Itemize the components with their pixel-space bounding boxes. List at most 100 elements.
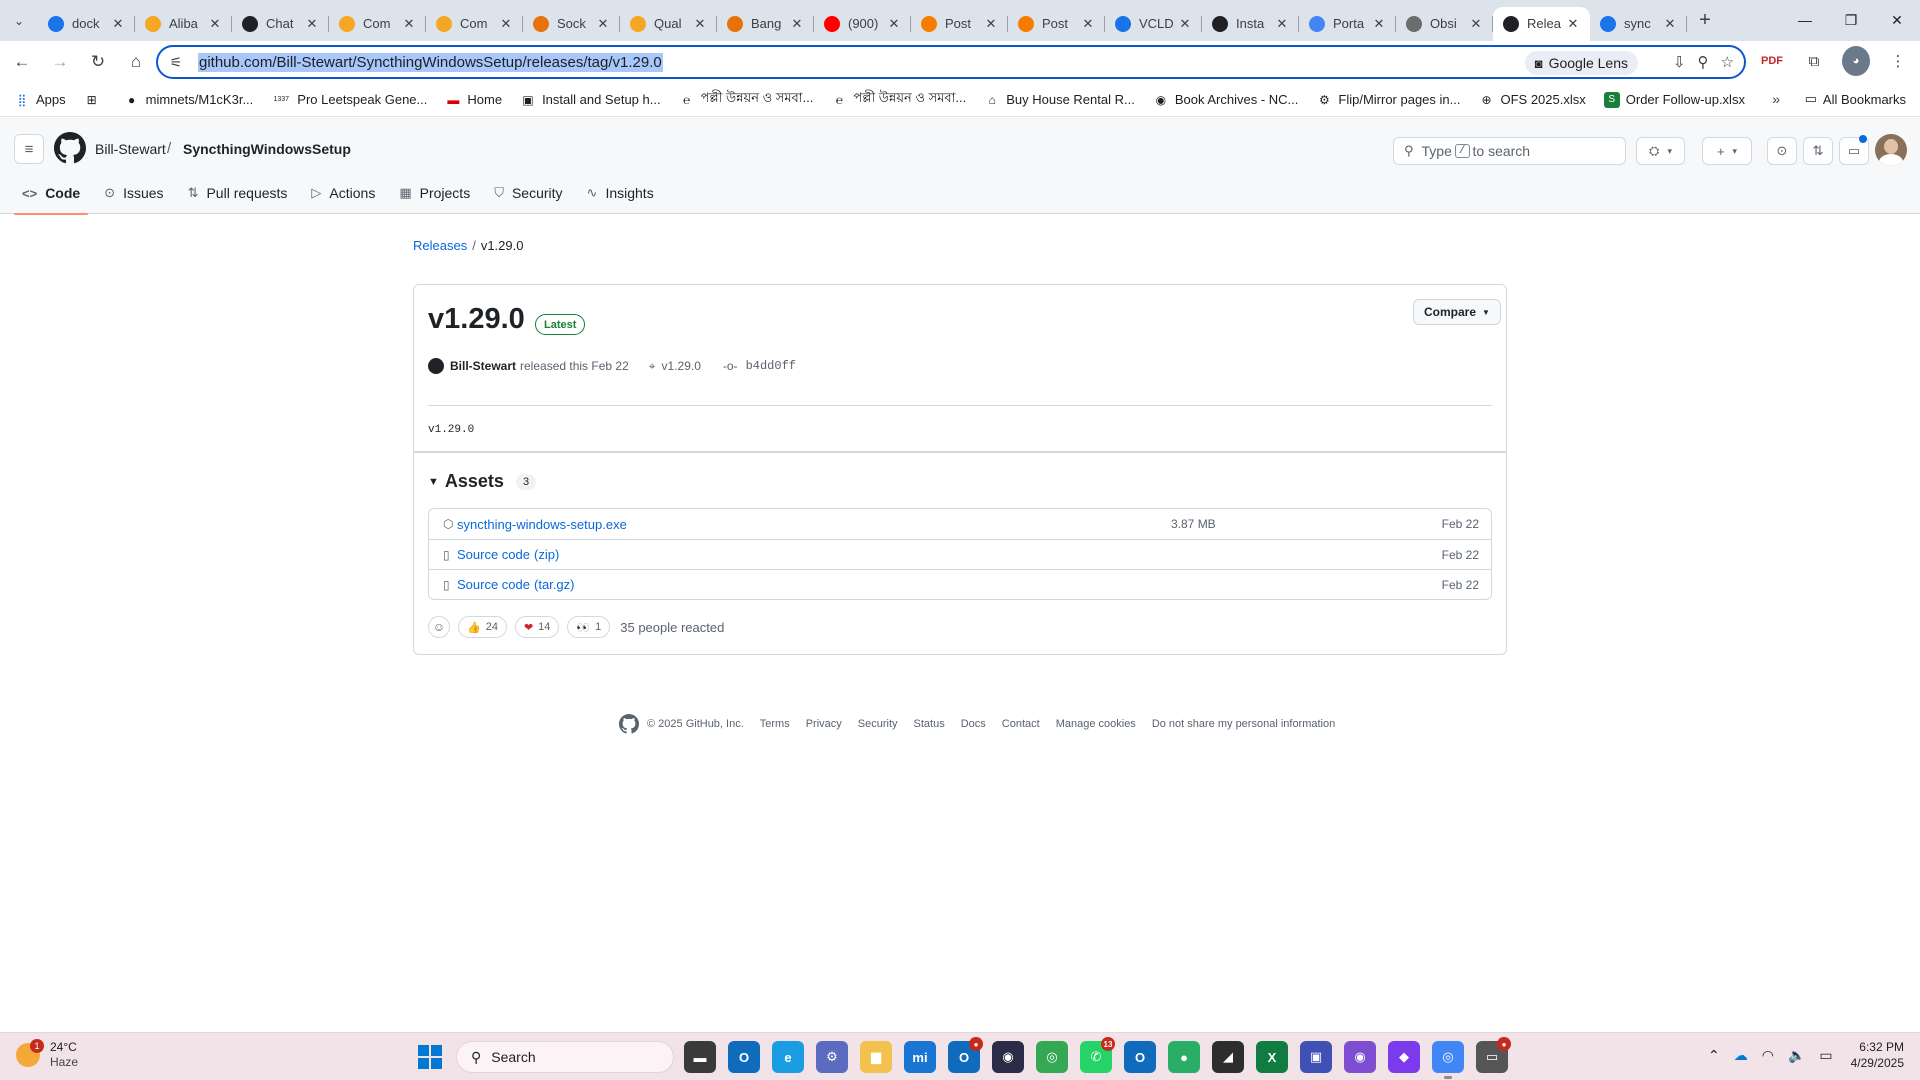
taskbar-folder-icon[interactable]: ▆ <box>860 1041 892 1073</box>
asset-link[interactable]: syncthing-windows-setup.exe <box>457 517 627 532</box>
releases-link[interactable]: Releases <box>413 238 467 253</box>
bookmark-item[interactable]: S Order Follow-up.xlsx <box>1603 91 1745 108</box>
tab-close-icon[interactable]: ✕ <box>790 16 804 32</box>
footer-link[interactable]: Privacy <box>806 718 842 730</box>
footer-link[interactable]: Docs <box>961 718 986 730</box>
tab-close-icon[interactable]: ✕ <box>208 16 222 32</box>
menu-kebab-icon[interactable]: ⋮ <box>1884 46 1912 76</box>
taskbar-chrome-icon[interactable]: ◎ <box>1036 1041 1068 1073</box>
home-icon[interactable]: ⌂ <box>120 46 152 78</box>
bookmark-star-icon[interactable]: ☆ <box>1721 53 1734 71</box>
volume-icon[interactable]: 🔈 <box>1788 1047 1805 1064</box>
bookmark-item[interactable]: ⚙ Flip/Mirror pages in... <box>1316 92 1460 108</box>
compare-button[interactable]: Compare ▼ <box>1413 299 1501 325</box>
browser-tab[interactable]: Insta ✕ <box>1202 7 1299 41</box>
repo-name-link[interactable]: SyncthingWindowsSetup <box>183 141 351 157</box>
add-reaction-smiley-icon[interactable]: ☺ <box>428 616 450 638</box>
browser-tab[interactable]: Com ✕ <box>329 7 426 41</box>
commit-sha-link[interactable]: b4dd0ff <box>746 359 796 373</box>
reaction-heart[interactable]: ❤ 14 <box>514 616 560 638</box>
tab-close-icon[interactable]: ✕ <box>402 16 416 32</box>
browser-tab[interactable]: Obsi ✕ <box>1396 7 1493 41</box>
google-lens-button[interactable]: ◙ Google Lens <box>1524 51 1638 75</box>
asset-format[interactable]: (zip) <box>534 547 559 562</box>
reaction-eyes[interactable]: 👀 1 <box>567 616 611 638</box>
pdf-extension-icon[interactable]: PDF <box>1758 46 1786 76</box>
browser-tab[interactable]: Com ✕ <box>426 7 523 41</box>
battery-icon[interactable]: ▭ <box>1819 1047 1832 1064</box>
tab-close-icon[interactable]: ✕ <box>984 16 998 32</box>
repo-tab-security[interactable]: ⛉ Security <box>486 182 570 204</box>
close-window-icon[interactable]: ✕ <box>1874 0 1920 40</box>
tab-close-icon[interactable]: ✕ <box>499 16 513 32</box>
footer-link[interactable]: Security <box>858 718 898 730</box>
tab-close-icon[interactable]: ✕ <box>1275 16 1289 32</box>
author-link[interactable]: Bill-Stewart <box>450 359 516 373</box>
asset-link[interactable]: Source code <box>457 547 530 562</box>
back-arrow-icon[interactable]: ← <box>6 46 38 78</box>
tab-close-icon[interactable]: ✕ <box>1566 16 1580 32</box>
more-bookmarks-chevron-icon[interactable]: » <box>1772 91 1780 107</box>
taskbar-sticky-icon[interactable]: ◢ <box>1212 1041 1244 1073</box>
footer-link[interactable]: Contact <box>1002 718 1040 730</box>
tab-close-icon[interactable]: ✕ <box>1081 16 1095 32</box>
browser-tab[interactable]: Post ✕ <box>911 7 1008 41</box>
copilot-button[interactable]: ⛭ ▾ <box>1636 137 1685 165</box>
reload-icon[interactable]: ↻ <box>82 46 114 78</box>
github-logo-icon[interactable] <box>54 132 86 164</box>
github-search-input[interactable]: ⚲ Type / to search <box>1393 137 1626 165</box>
reaction-thumbs-up[interactable]: 👍 24 <box>458 616 507 638</box>
windows-start-icon[interactable] <box>418 1045 442 1069</box>
tab-close-icon[interactable]: ✕ <box>693 16 707 32</box>
tab-search-chevron-icon[interactable]: ⌄ <box>0 1 38 41</box>
repo-tab-pull-requests[interactable]: ⇅ Pull requests <box>180 182 296 204</box>
restore-icon[interactable]: ❐ <box>1828 0 1874 40</box>
address-bar[interactable]: ⚟ github.com/Bill-Stewart/SyncthingWindo… <box>156 45 1746 79</box>
tab-close-icon[interactable]: ✕ <box>887 16 901 32</box>
url-text[interactable]: github.com/Bill-Stewart/SyncthingWindows… <box>198 52 663 72</box>
taskbar-mi-icon[interactable]: mi <box>904 1041 936 1073</box>
browser-tab[interactable]: Bang ✕ <box>717 7 814 41</box>
issues-shortcut-button[interactable]: ⊙ <box>1767 137 1797 165</box>
weather-widget[interactable]: 1 24°C Haze <box>16 1039 78 1070</box>
bookmark-item[interactable]: ⌂ Buy House Rental R... <box>984 92 1135 108</box>
tab-close-icon[interactable]: ✕ <box>596 16 610 32</box>
browser-tab[interactable]: Sock ✕ <box>523 7 620 41</box>
all-bookmarks-button[interactable]: ▭ All Bookmarks <box>1805 91 1906 107</box>
forward-arrow-icon[interactable]: → <box>44 46 76 78</box>
tab-close-icon[interactable]: ✕ <box>1372 16 1386 32</box>
taskbar-camera-icon[interactable]: ◉ <box>992 1041 1024 1073</box>
bookmark-item[interactable]: ⊞ <box>84 92 106 108</box>
hamburger-menu-icon[interactable]: ≡ <box>14 134 44 164</box>
new-tab-plus-icon[interactable]: + <box>1689 5 1721 37</box>
repo-tab-actions[interactable]: ▷ Actions <box>303 182 383 204</box>
browser-tab[interactable]: (900) ✕ <box>814 7 911 41</box>
assets-toggle[interactable]: ▼ Assets 3 <box>428 471 537 492</box>
taskbar-wechat-icon[interactable]: ● <box>1168 1041 1200 1073</box>
bookmark-item[interactable]: ● mimnets/M1cK3r... <box>124 92 253 108</box>
install-app-icon[interactable]: ⇩ <box>1673 53 1686 71</box>
footer-link[interactable]: Status <box>914 718 945 730</box>
taskbar-chrome-active-icon[interactable]: ◎ <box>1432 1041 1464 1079</box>
asset-format[interactable]: (tar.gz) <box>534 577 574 592</box>
bookmark-item[interactable]: ⊕ OFS 2025.xlsx <box>1478 92 1585 108</box>
repo-tab-issues[interactable]: ⊙ Issues <box>96 182 171 204</box>
repo-tab-code[interactable]: <> Code <box>14 182 89 215</box>
taskbar-whatsapp-icon[interactable]: ✆ 13 <box>1080 1037 1115 1073</box>
browser-tab[interactable]: dock ✕ <box>38 7 135 41</box>
footer-link[interactable]: Terms <box>760 718 790 730</box>
tab-close-icon[interactable]: ✕ <box>1469 16 1483 32</box>
taskbar-file-explorer-dark-icon[interactable]: ▬ <box>684 1041 716 1073</box>
tab-close-icon[interactable]: ✕ <box>305 16 319 32</box>
tab-close-icon[interactable]: ✕ <box>1663 16 1677 32</box>
bookmark-item[interactable]: ▬ Home <box>445 92 502 108</box>
onedrive-cloud-icon[interactable]: ☁ <box>1734 1047 1748 1064</box>
tab-close-icon[interactable]: ✕ <box>1178 16 1192 32</box>
taskbar-obsidian-icon[interactable]: ◆ <box>1388 1041 1420 1073</box>
pull-requests-shortcut-button[interactable]: ⇅ <box>1803 137 1833 165</box>
asset-link[interactable]: Source code <box>457 577 530 592</box>
taskbar-outlook-new-icon[interactable]: O ● <box>948 1037 983 1073</box>
bookmark-item[interactable]: ⣿ Apps <box>14 92 66 108</box>
taskbar-tool-icon[interactable]: ⚙ <box>816 1041 848 1073</box>
bookmark-item[interactable]: ▣ Install and Setup h... <box>520 92 660 108</box>
